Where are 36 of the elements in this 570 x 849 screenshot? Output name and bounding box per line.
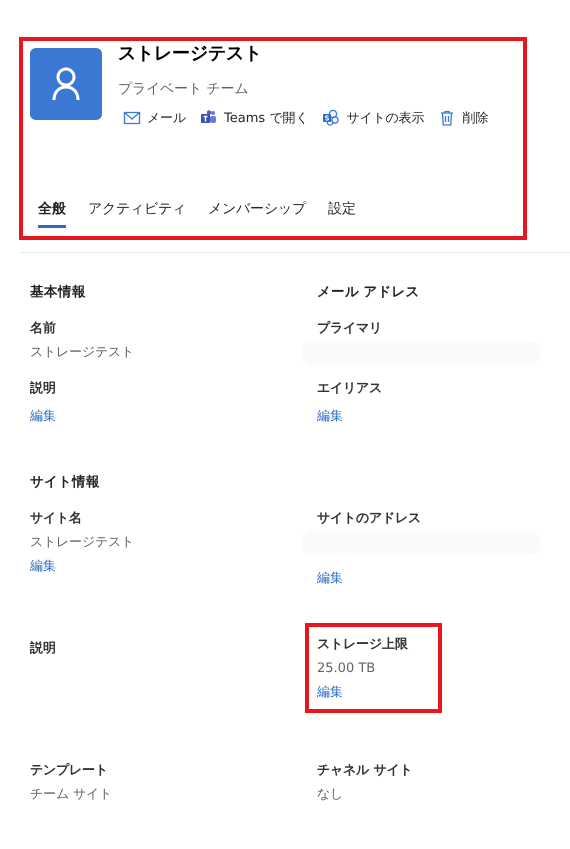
- tab[interactable]: 全般: [38, 197, 66, 228]
- field-label: チャネル サイト: [317, 762, 413, 780]
- edit-link[interactable]: 編集: [30, 405, 56, 429]
- edit-link[interactable]: 編集: [317, 405, 343, 429]
- person-icon: [52, 67, 80, 101]
- tab[interactable]: アクティビティ: [88, 197, 186, 228]
- field-label: サイト名: [30, 510, 82, 528]
- tab[interactable]: 設定: [328, 197, 356, 228]
- field-label: 説明: [30, 640, 56, 658]
- edit-link[interactable]: 編集: [30, 555, 56, 579]
- action-button[interactable]: サイトの表示: [322, 109, 424, 127]
- field-value: なし: [317, 786, 343, 804]
- edit-link[interactable]: 編集: [317, 681, 343, 705]
- section-heading: 基本情報: [30, 283, 86, 302]
- field-value: ストレージテスト: [30, 534, 134, 552]
- section-heading: メール アドレス: [317, 283, 420, 302]
- field-label: ストレージ上限: [317, 636, 408, 654]
- field-label: エイリアス: [317, 380, 382, 398]
- field-label: プライマリ: [317, 320, 382, 338]
- tab[interactable]: メンバーシップ: [208, 197, 306, 228]
- circles-icon: [322, 109, 340, 127]
- field-label: 説明: [30, 380, 56, 398]
- team-type: プライベート チーム: [118, 80, 250, 99]
- field-value: ストレージテスト: [30, 344, 134, 362]
- mail-icon: [123, 109, 141, 127]
- field-label: 名前: [30, 320, 56, 338]
- action-button[interactable]: メール: [123, 109, 186, 127]
- field-value: チーム サイト: [30, 786, 112, 804]
- action-button[interactable]: Teams で開く: [200, 109, 308, 127]
- team-title: ストレージテスト: [118, 42, 263, 66]
- field-label: サイトのアドレス: [317, 510, 421, 528]
- field-label: テンプレート: [30, 762, 108, 780]
- action-button[interactable]: 削除: [438, 109, 488, 127]
- edit-link[interactable]: 編集: [317, 567, 343, 591]
- field-value: 25.00 TB: [317, 660, 376, 678]
- section-heading: サイト情報: [30, 473, 100, 492]
